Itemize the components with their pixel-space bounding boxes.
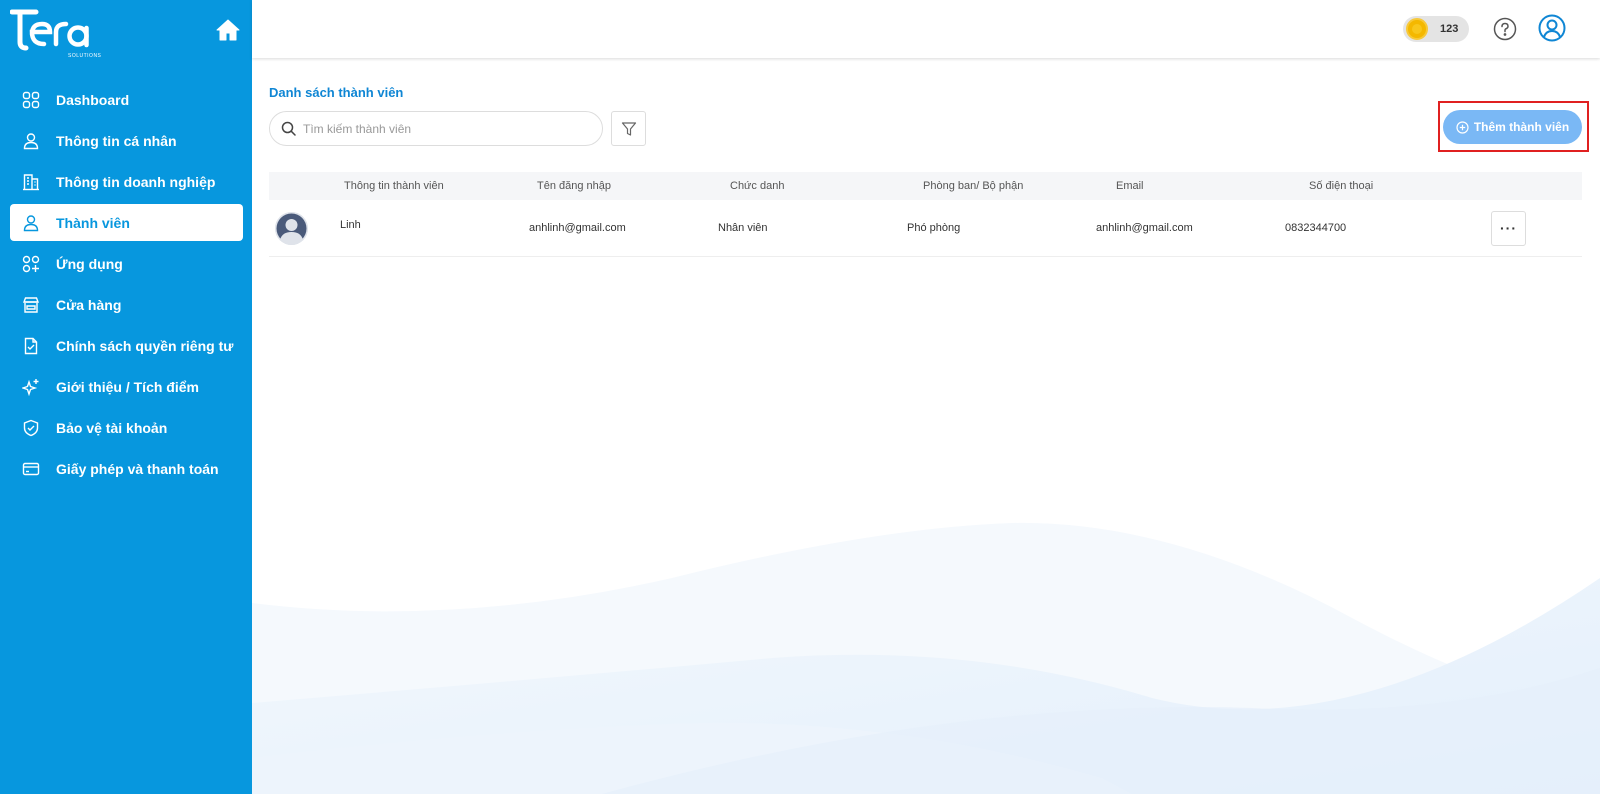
column-header: Thông tin thành viên: [344, 180, 444, 192]
add-member-button[interactable]: Thêm thành viên: [1443, 110, 1582, 144]
search-box: [269, 111, 603, 146]
brand-tagline: SOLUTIONS: [68, 53, 102, 59]
sidebar-item-label: Giấy phép và thanh toán: [56, 460, 219, 477]
background-waves: [252, 522, 1600, 794]
sidebar-item-license-payment[interactable]: Giấy phép và thanh toán: [10, 450, 243, 487]
sidebar-item-label: Thông tin cá nhân: [56, 132, 177, 149]
sidebar: SOLUTIONS Dashboard Thông tin cá nhân Th…: [0, 0, 252, 794]
plus-circle-icon: [1456, 120, 1469, 134]
filter-button[interactable]: [611, 111, 646, 146]
sidebar-item-store[interactable]: Cửa hàng: [10, 286, 243, 323]
column-header: Tên đăng nhập: [537, 180, 612, 192]
page-title: Danh sách thành viên: [269, 85, 404, 100]
sidebar-nav: Dashboard Thông tin cá nhân Thông tin do…: [10, 81, 243, 491]
column-header: Số điện thoại: [1309, 180, 1374, 192]
search-input[interactable]: [303, 121, 583, 136]
top-header: 123: [252, 0, 1600, 58]
user-icon: [22, 214, 40, 232]
sidebar-item-label: Cửa hàng: [56, 296, 122, 313]
account-avatar-icon[interactable]: [1538, 14, 1566, 42]
sidebar-item-privacy-policy[interactable]: Chính sách quyền riêng tư: [10, 327, 243, 364]
credit-card-icon: [22, 460, 40, 478]
column-header: Chức danh: [730, 180, 785, 192]
sidebar-item-members[interactable]: Thành viên: [10, 204, 243, 241]
avatar-placeholder-icon: [275, 211, 308, 245]
sidebar-item-label: Giới thiệu / Tích điểm: [56, 378, 199, 395]
member-title: Nhân viên: [718, 222, 768, 234]
add-member-label: Thêm thành viên: [1473, 120, 1570, 134]
user-icon: [22, 132, 40, 150]
sidebar-item-personal-info[interactable]: Thông tin cá nhân: [10, 122, 243, 159]
shield-icon: [22, 419, 40, 437]
sidebar-item-label: Thông tin doanh nghiệp: [56, 173, 216, 190]
building-icon: [22, 173, 40, 191]
member-department: Phó phòng: [907, 222, 961, 234]
member-name: Linh: [340, 219, 361, 231]
members-table: Thông tin thành viên Tên đăng nhập Chức …: [269, 172, 1582, 257]
brand-logo[interactable]: SOLUTIONS: [9, 8, 101, 59]
sidebar-item-business-info[interactable]: Thông tin doanh nghiệp: [10, 163, 243, 200]
store-icon: [22, 296, 40, 314]
sidebar-item-label: Thành viên: [56, 214, 130, 231]
sidebar-item-account-protection[interactable]: Bảo vệ tài khoản: [10, 409, 243, 446]
sparkle-icon: [22, 378, 40, 396]
sidebar-item-label: Ứng dụng: [56, 255, 123, 272]
sidebar-item-label: Chính sách quyền riêng tư: [56, 337, 234, 354]
column-header: Phòng ban/ Bộ phận: [923, 180, 1024, 192]
home-icon[interactable]: [215, 18, 241, 42]
coin-balance[interactable]: 123: [1403, 16, 1469, 42]
document-check-icon: [22, 337, 40, 355]
help-icon[interactable]: [1493, 17, 1517, 41]
sidebar-item-dashboard[interactable]: Dashboard: [10, 81, 243, 118]
coin-count: 123: [1440, 23, 1459, 35]
table-header: Thông tin thành viên Tên đăng nhập Chức …: [269, 172, 1582, 200]
row-more-button[interactable]: ···: [1491, 210, 1526, 246]
member-phone: 0832344700: [1285, 222, 1347, 234]
column-header: Email: [1116, 180, 1144, 192]
tera-logo-icon: [9, 9, 89, 51]
avatar: [275, 211, 308, 245]
coin-icon: [1406, 18, 1428, 40]
grid-icon: [22, 91, 40, 109]
sidebar-item-apps[interactable]: Ứng dụng: [10, 245, 243, 282]
member-username: anhlinh@gmail.com: [529, 222, 626, 234]
main-content: Danh sách thành viên Thêm thành viên Thô…: [252, 58, 1600, 794]
sidebar-item-label: Dashboard: [56, 91, 130, 108]
filter-icon: [621, 121, 636, 136]
search-icon: [281, 121, 296, 136]
apps-icon: [22, 255, 40, 273]
member-email: anhlinh@gmail.com: [1096, 222, 1193, 234]
sidebar-item-label: Bảo vệ tài khoản: [56, 419, 168, 436]
sidebar-item-referral-points[interactable]: Giới thiệu / Tích điểm: [10, 368, 243, 405]
table-row[interactable]: Linh anhlinh@gmail.com Nhân viên Phó phò…: [269, 200, 1582, 257]
